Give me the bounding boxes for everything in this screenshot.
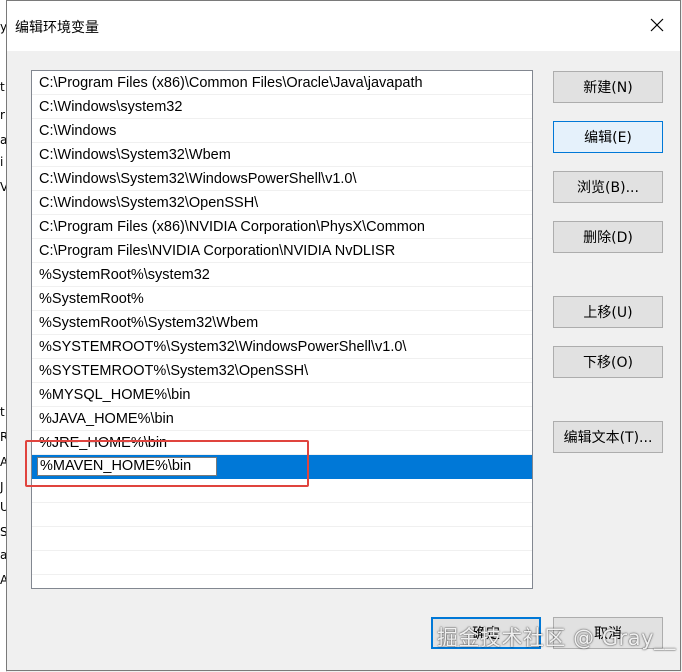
- move-down-button[interactable]: 下移(O): [553, 346, 663, 378]
- path-list-item[interactable]: C:\Windows: [32, 119, 532, 143]
- background-text-fragment: t: [0, 80, 5, 94]
- path-list-empty-row[interactable]: [32, 479, 532, 503]
- edit-button[interactable]: 编辑(E): [553, 121, 663, 153]
- background-text-fragment: i: [0, 155, 4, 169]
- title-bar: 编辑环境变量: [7, 1, 680, 51]
- path-list-empty-row[interactable]: [32, 503, 532, 527]
- background-text-fragment: t: [0, 405, 5, 419]
- path-list-item[interactable]: %SYSTEMROOT%\System32\WindowsPowerShell\…: [32, 335, 532, 359]
- close-button[interactable]: [634, 1, 680, 49]
- inline-edit-field[interactable]: %MAVEN_HOME%\bin: [37, 457, 217, 476]
- new-button[interactable]: 新建(N): [553, 71, 663, 103]
- path-list-item[interactable]: %SystemRoot%: [32, 287, 532, 311]
- close-icon: [650, 18, 664, 32]
- edit-env-var-dialog: 编辑环境变量 C:\Program Files (x86)\Common Fil…: [6, 0, 681, 671]
- path-list-item[interactable]: %JAVA_HOME%\bin: [32, 407, 532, 431]
- move-up-button[interactable]: 上移(U): [553, 296, 663, 328]
- path-list-empty-row[interactable]: [32, 551, 532, 575]
- browse-button[interactable]: 浏览(B)...: [553, 171, 663, 203]
- path-list-item[interactable]: %SystemRoot%\system32: [32, 263, 532, 287]
- delete-button[interactable]: 删除(D): [553, 221, 663, 253]
- path-list-item[interactable]: %SYSTEMROOT%\System32\OpenSSH\: [32, 359, 532, 383]
- path-list-item[interactable]: C:\Windows\system32: [32, 95, 532, 119]
- path-list-item[interactable]: C:\Program Files\NVIDIA Corporation\NVID…: [32, 239, 532, 263]
- path-list[interactable]: C:\Program Files (x86)\Common Files\Orac…: [31, 70, 533, 589]
- path-list-item[interactable]: C:\Windows\System32\WindowsPowerShell\v1…: [32, 167, 532, 191]
- path-list-item[interactable]: C:\Windows\System32\OpenSSH\: [32, 191, 532, 215]
- cancel-button[interactable]: 取消: [553, 617, 663, 649]
- path-list-item-selected[interactable]: %MAVEN_HOME%\bin: [32, 455, 532, 479]
- path-list-item[interactable]: %JRE_HOME%\bin: [32, 431, 532, 455]
- path-list-item[interactable]: %SystemRoot%\System32\Wbem: [32, 311, 532, 335]
- edit-text-button[interactable]: 编辑文本(T)...: [553, 421, 663, 453]
- dialog-title: 编辑环境变量: [15, 20, 99, 36]
- path-list-item[interactable]: C:\Program Files (x86)\NVIDIA Corporatio…: [32, 215, 532, 239]
- path-list-empty-row[interactable]: [32, 527, 532, 551]
- path-list-item[interactable]: C:\Windows\System32\Wbem: [32, 143, 532, 167]
- background-text-fragment: r: [0, 108, 5, 122]
- background-text-fragment: J: [0, 480, 4, 494]
- path-list-item[interactable]: C:\Program Files (x86)\Common Files\Orac…: [32, 71, 532, 95]
- path-list-item[interactable]: %MYSQL_HOME%\bin: [32, 383, 532, 407]
- ok-button[interactable]: 确定: [431, 617, 541, 649]
